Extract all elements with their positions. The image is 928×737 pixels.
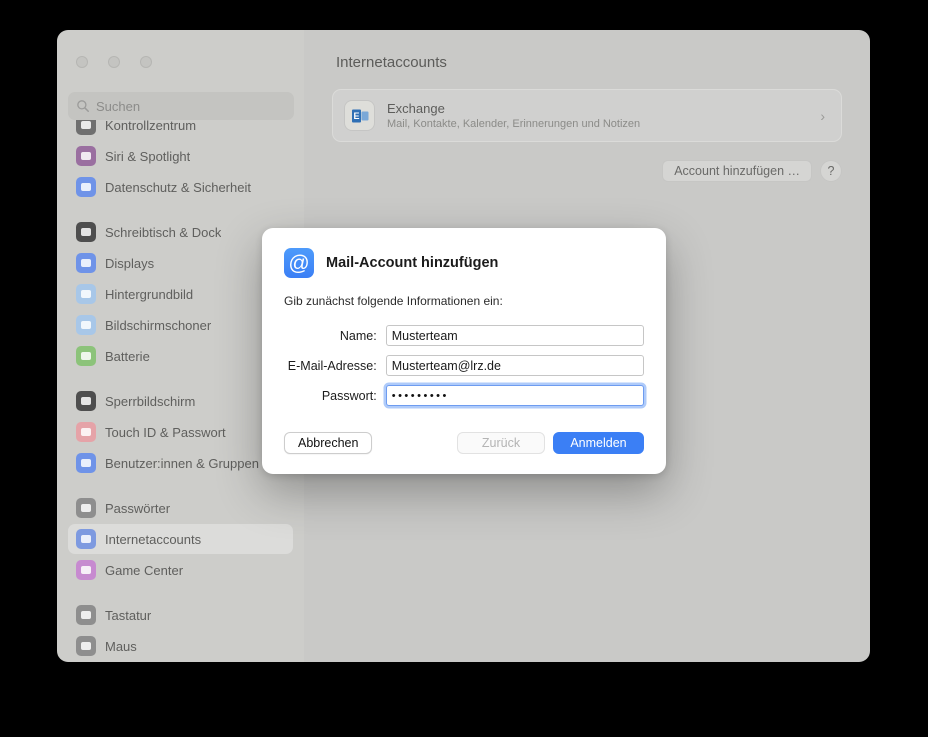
svg-text:E: E xyxy=(353,111,359,121)
sidebar-item-displays[interactable]: Displays xyxy=(68,248,293,278)
field-value: ••••••••• xyxy=(392,390,449,402)
sidebar-item-label: Schreibtisch & Dock xyxy=(105,225,221,240)
form-row: Name: Musterteam xyxy=(284,325,644,346)
sidebar-item-bildschirmschoner[interactable]: Bildschirmschoner xyxy=(68,310,293,340)
key-icon xyxy=(76,498,96,518)
sidebar-separator xyxy=(68,586,293,600)
sidebar-item-label: Displays xyxy=(105,256,154,271)
sidebar-item-label: Internetaccounts xyxy=(105,532,201,547)
account-row-exchange[interactable]: E Exchange Mail, Kontakte, Kalender, Eri… xyxy=(332,89,842,142)
sidebar-item-sperrbildschirm[interactable]: Sperrbildschirm xyxy=(68,386,293,416)
sidebar-item-datenschutz-sicherheit[interactable]: Datenschutz & Sicherheit xyxy=(68,172,293,202)
field-value: Musterteam@lrz.de xyxy=(392,359,501,373)
search-icon xyxy=(76,99,90,113)
minimize-button[interactable] xyxy=(108,56,120,68)
account-services: Mail, Kontakte, Kalender, Erinnerungen u… xyxy=(387,117,820,131)
sidebar-item-internetaccounts[interactable]: Internetaccounts xyxy=(68,524,293,554)
hand-privacy-icon xyxy=(76,177,96,197)
sidebar-item-maus[interactable]: Maus xyxy=(68,631,293,661)
back-button: Zurück xyxy=(457,432,545,454)
sidebar-item-touch-id-passwort[interactable]: Touch ID & Passwort xyxy=(68,417,293,447)
sidebar-item-hintergrundbild[interactable]: Hintergrundbild xyxy=(68,279,293,309)
sidebar-item-label: Tastatur xyxy=(105,608,151,623)
close-button[interactable] xyxy=(76,56,88,68)
field-value: Musterteam xyxy=(392,329,458,343)
name-field[interactable]: Musterteam xyxy=(386,325,644,346)
game-center-icon xyxy=(76,560,96,580)
form-row: E-Mail-Adresse: Musterteam@lrz.de xyxy=(284,355,644,376)
help-button[interactable]: ? xyxy=(820,160,842,182)
sidebar-item-siri-spotlight[interactable]: Siri & Spotlight xyxy=(68,141,293,171)
sidebar-item-schreibtisch-dock[interactable]: Schreibtisch & Dock xyxy=(68,217,293,247)
sidebar-item-benutzer-innen-gruppen[interactable]: Benutzer:innen & Gruppen xyxy=(68,448,293,478)
wallpaper-icon xyxy=(76,284,96,304)
submit-button[interactable]: Anmelden xyxy=(553,432,644,454)
dialog-buttons: Abbrechen Zurück Anmelden xyxy=(284,432,644,454)
add-mail-account-dialog: @ Mail-Account hinzufügen Gib zunächst f… xyxy=(262,228,666,474)
sidebar-item-label: Datenschutz & Sicherheit xyxy=(105,180,251,195)
search-placeholder: Suchen xyxy=(96,99,140,114)
sidebar-separator xyxy=(68,372,293,386)
dialog-title: Mail-Account hinzufügen xyxy=(326,255,498,271)
add-account-button[interactable]: Account hinzufügen … xyxy=(662,160,812,182)
content-actions: Account hinzufügen … ? xyxy=(332,160,842,182)
sidebar-separator xyxy=(68,203,293,217)
field-label: Name: xyxy=(284,329,386,343)
field-label: Passwort: xyxy=(284,389,386,403)
at-sign-icon xyxy=(76,529,96,549)
chevron-right-icon: › xyxy=(820,108,825,124)
email-field[interactable]: Musterteam@lrz.de xyxy=(386,355,644,376)
sidebar-item-label: Bildschirmschoner xyxy=(105,318,211,333)
account-name: Exchange xyxy=(387,101,820,117)
dock-icon xyxy=(76,222,96,242)
sidebar-item-label: Siri & Spotlight xyxy=(105,149,190,164)
zoom-button[interactable] xyxy=(140,56,152,68)
display-brightness-icon xyxy=(76,253,96,273)
sidebar-item-label: Maus xyxy=(105,639,137,654)
exchange-icon: E xyxy=(345,101,374,130)
keyboard-icon xyxy=(76,605,96,625)
at-glyph: @ xyxy=(288,253,309,274)
sidebar-separator xyxy=(68,479,293,493)
sidebar-item-tastatur[interactable]: Tastatur xyxy=(68,600,293,630)
field-label: E-Mail-Adresse: xyxy=(284,359,386,373)
sidebar-item-label: Game Center xyxy=(105,563,183,578)
screensaver-icon xyxy=(76,315,96,335)
siri-icon xyxy=(76,146,96,166)
page-title: Internetaccounts xyxy=(336,54,842,71)
sidebar-item-label: Benutzer:innen & Gruppen xyxy=(105,456,259,471)
battery-icon xyxy=(76,346,96,366)
touch-id-icon xyxy=(76,422,96,442)
account-form: Name: Musterteam E-Mail-Adresse: Musterteam… xyxy=(284,325,644,406)
mouse-icon xyxy=(76,636,96,656)
sidebar-item-passw-rter[interactable]: Passwörter xyxy=(68,493,293,523)
mail-at-icon: @ xyxy=(284,248,314,278)
password-field[interactable]: ••••••••• xyxy=(386,385,644,406)
dialog-subtitle: Gib zunächst folgende Informationen ein: xyxy=(284,294,644,308)
sidebar-item-batterie[interactable]: Batterie xyxy=(68,341,293,371)
account-texts: Exchange Mail, Kontakte, Kalender, Erinn… xyxy=(387,101,820,131)
sidebar-item-label: Passwörter xyxy=(105,501,170,516)
window-controls xyxy=(76,56,152,68)
dialog-header: @ Mail-Account hinzufügen xyxy=(284,248,644,278)
sidebar-item-label: Hintergrundbild xyxy=(105,287,193,302)
search-field[interactable]: Suchen xyxy=(68,92,294,120)
users-groups-icon xyxy=(76,453,96,473)
sidebar-item-game-center[interactable]: Game Center xyxy=(68,555,293,585)
sidebar-item-label: Touch ID & Passwort xyxy=(105,425,226,440)
desktop-background: Suchen KontrollzentrumSiri & SpotlightDa… xyxy=(0,0,928,737)
sidebar-item-label: Batterie xyxy=(105,349,150,364)
cancel-button[interactable]: Abbrechen xyxy=(284,432,372,454)
form-row: Passwort: ••••••••• xyxy=(284,385,644,406)
sidebar-item-label: Sperrbildschirm xyxy=(105,394,195,409)
lock-screen-icon xyxy=(76,391,96,411)
